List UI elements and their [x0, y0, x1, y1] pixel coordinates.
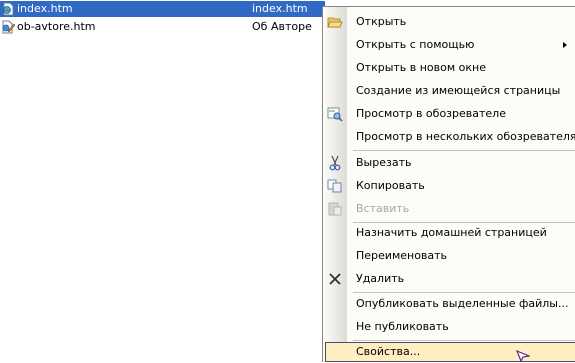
open-folder-icon [327, 17, 343, 28]
menu-item-cut[interactable]: Вырезать [323, 152, 575, 174]
menu-item-open-with[interactable]: Открыть с помощью [323, 34, 575, 56]
menu-item-label: Не публиковать [356, 320, 449, 333]
paste-icon [328, 202, 342, 216]
file-name[interactable]: index.htm [17, 1, 73, 17]
menu-item-label: Открыть в новом окне [356, 61, 487, 74]
submenu-arrow-icon [563, 42, 567, 48]
menu-item-do-not-publish[interactable]: Не публиковать [323, 316, 575, 338]
menu-item-open[interactable]: Открыть [323, 11, 575, 33]
menu-item-delete[interactable]: Удалить [323, 268, 575, 290]
file-name[interactable]: ob-avtore.htm [17, 19, 96, 35]
mouse-cursor-icon [516, 350, 530, 362]
file-row-index[interactable]: index.htm index.htm [0, 1, 325, 17]
preview-in-browser-icon [327, 107, 343, 122]
menu-item-set-home[interactable]: Назначить домашней страницей [323, 222, 575, 244]
menu-item-label: Просмотр в нескольких обозревателях [356, 130, 575, 143]
menu-item-new-from-existing[interactable]: Создание из имеющейся страницы [323, 80, 575, 102]
menu-item-label: Переименовать [356, 249, 448, 262]
menu-item-publish-selected[interactable]: Опубликовать выделенные файлы... [323, 293, 575, 315]
file-title: index.htm [252, 2, 308, 15]
menu-item-label: Свойства... [356, 345, 421, 358]
menu-item-label: Назначить домашней страницей [356, 226, 547, 239]
menu-item-open-new-window[interactable]: Открыть в новом окне [323, 57, 575, 79]
menu-item-preview-multiple[interactable]: Просмотр в нескольких обозревателях [323, 126, 575, 148]
menu-item-label: Копировать [356, 179, 425, 192]
file-title: Об Авторе [252, 20, 312, 33]
menu-item-label: Опубликовать выделенные файлы... [356, 297, 569, 310]
menu-item-label: Удалить [356, 272, 405, 285]
web-page-edit-icon [2, 20, 15, 34]
menu-item-preview-browser[interactable]: Просмотр в обозревателе [323, 103, 575, 125]
menu-item-label: Создание из имеющейся страницы [356, 84, 561, 97]
context-menu: Открыть Открыть с помощью Открыть в ново… [322, 6, 575, 362]
delete-x-icon [329, 273, 341, 285]
file-row-ob-avtore[interactable]: ob-avtore.htm Об Авторе [0, 19, 325, 35]
menu-item-label: Открыть с помощью [356, 38, 475, 51]
scissors-icon [329, 155, 341, 171]
copy-icon [327, 179, 342, 193]
menu-item-label: Вставить [356, 202, 410, 215]
menu-item-copy[interactable]: Копировать [323, 175, 575, 197]
web-page-icon [3, 2, 14, 16]
menu-item-label: Открыть [356, 15, 407, 28]
menu-separator [353, 150, 575, 151]
menu-item-paste[interactable]: Вставить [323, 198, 575, 220]
menu-item-label: Вырезать [356, 156, 412, 169]
menu-item-rename[interactable]: Переименовать [323, 245, 575, 267]
menu-item-label: Просмотр в обозревателе [356, 107, 506, 120]
file-list: index.htm index.htm ob-avtore.htm Об Авт… [0, 0, 325, 362]
menu-item-properties[interactable]: Свойства... [323, 341, 575, 363]
